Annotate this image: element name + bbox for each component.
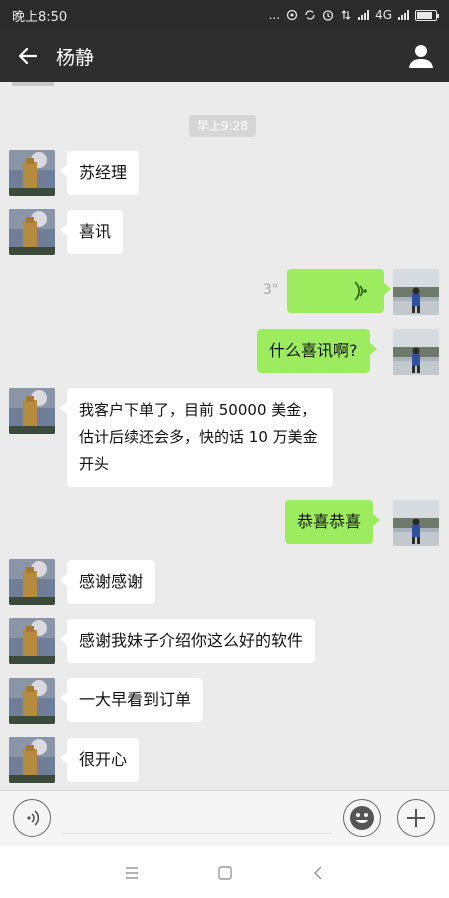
- message-bubble[interactable]: 感谢我妹子介绍你这么好的软件: [59, 619, 316, 663]
- emoji-button[interactable]: [343, 799, 381, 837]
- message-bubble[interactable]: 一大早看到订单: [59, 678, 204, 722]
- voice-duration: 3": [263, 282, 279, 298]
- back-arrow-icon: [18, 47, 38, 65]
- status-bar: 晚上8:50 ... 4G: [0, 0, 449, 30]
- message-text: 恭喜恭喜: [297, 512, 362, 531]
- chat-title: 杨静: [56, 46, 95, 69]
- title-bar: 杨静: [0, 30, 449, 82]
- system-back-button[interactable]: [305, 860, 331, 886]
- my-avatar[interactable]: [393, 500, 439, 546]
- message-bubble[interactable]: 很开心: [59, 738, 140, 782]
- message-text: 很开心: [79, 750, 128, 769]
- message-text: 感谢我妹子介绍你这么好的软件: [79, 631, 304, 650]
- contact-avatar[interactable]: [9, 559, 55, 605]
- message-text: 什么喜讯啊?: [269, 341, 358, 360]
- message-bubble[interactable]: 什么喜讯啊?: [257, 329, 376, 373]
- message-bubble[interactable]: 苏经理: [59, 151, 140, 195]
- contact-avatar[interactable]: [9, 388, 55, 434]
- input-bar: [0, 790, 449, 846]
- home-button[interactable]: [212, 860, 238, 886]
- message-text: 感谢感谢: [79, 572, 144, 591]
- time-separator: 早上9:28: [189, 115, 256, 137]
- voice-message-bubble[interactable]: [287, 269, 391, 313]
- signal-icon-2: [398, 10, 409, 20]
- data-arrows-icon: [341, 10, 351, 20]
- message-text-line: 我客户下单了，目前 50000 美金，: [79, 401, 317, 419]
- system-nav-bar: [0, 846, 449, 898]
- person-icon: [409, 45, 433, 68]
- voice-input-button[interactable]: [13, 799, 51, 837]
- previous-message-edge: [12, 82, 54, 86]
- message-text-line: 开头: [79, 455, 110, 473]
- message-text: 苏经理: [79, 163, 128, 182]
- voice-wave-icon: [354, 281, 367, 301]
- my-avatar[interactable]: [393, 269, 439, 315]
- back-button[interactable]: [0, 30, 56, 82]
- menu-icon: [126, 867, 138, 879]
- contact-avatar[interactable]: [9, 737, 55, 783]
- voice-input-icon: [27, 810, 40, 826]
- more-dots-icon: ...: [268, 8, 281, 22]
- battery-icon: [415, 9, 439, 21]
- alarm-icon: [286, 9, 298, 21]
- chat-info-button[interactable]: [393, 30, 449, 82]
- message-text: 一大早看到订单: [79, 690, 192, 709]
- status-icons: ... 4G: [268, 8, 439, 22]
- home-square-icon: [218, 866, 232, 880]
- emoji-icon: [350, 806, 374, 830]
- message-bubble[interactable]: 喜讯: [59, 210, 124, 254]
- battery-level: [417, 11, 433, 19]
- network-type: 4G: [375, 8, 392, 22]
- sync-icon: [305, 10, 315, 20]
- contact-avatar[interactable]: [9, 209, 55, 255]
- contact-avatar[interactable]: [9, 618, 55, 664]
- signal-icon: [358, 10, 370, 20]
- status-time: 晚上8:50: [12, 9, 68, 25]
- chat-area[interactable]: 早上9:28 苏经理 喜讯 3" 什么喜讯啊? 我客户下单了，目前 50000 …: [0, 82, 449, 790]
- message-text: 喜讯: [79, 222, 112, 241]
- message-bubble[interactable]: 恭喜恭喜: [285, 500, 381, 544]
- back-chevron-icon: [313, 866, 322, 880]
- plus-icon: [407, 809, 425, 827]
- message-bubble[interactable]: 感谢感谢: [59, 560, 156, 604]
- clock-icon: [322, 10, 334, 21]
- more-actions-button[interactable]: [397, 799, 435, 837]
- message-input[interactable]: [62, 833, 332, 834]
- my-avatar[interactable]: [393, 329, 439, 375]
- contact-avatar[interactable]: [9, 678, 55, 724]
- message-text-line: 估计后续还会多，快的话 10 万美金: [79, 428, 318, 446]
- message-bubble[interactable]: 我客户下单了，目前 50000 美金， 估计后续还会多，快的话 10 万美金 开…: [60, 388, 333, 487]
- menu-button[interactable]: [119, 860, 145, 886]
- contact-avatar[interactable]: [9, 150, 55, 196]
